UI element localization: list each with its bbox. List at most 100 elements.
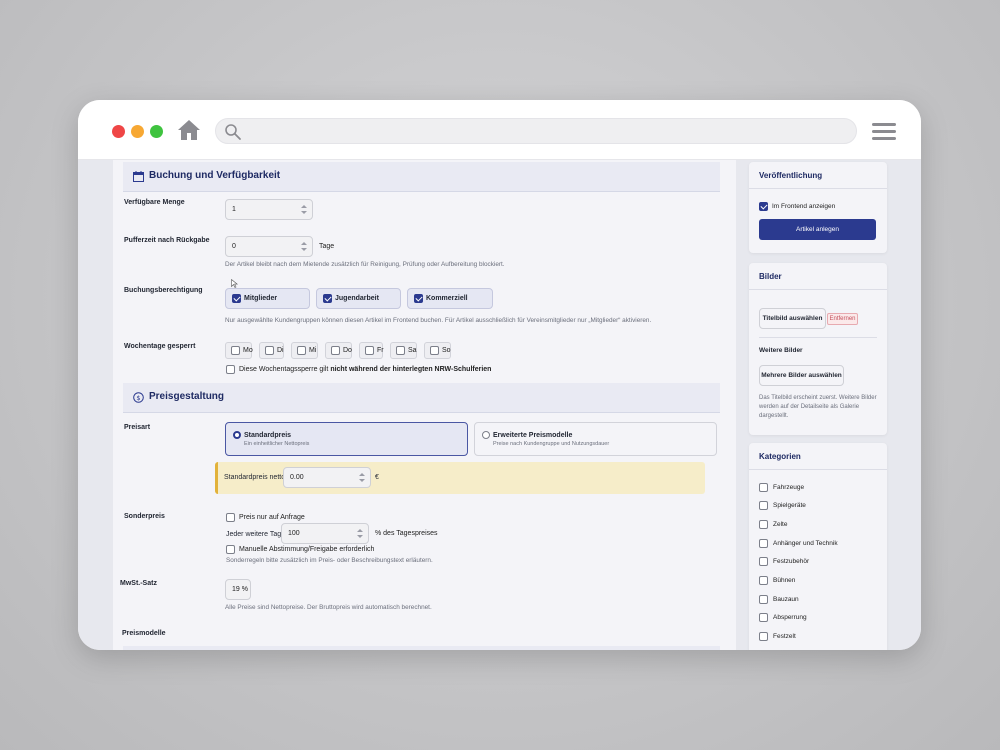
buffer-value: 0	[232, 243, 236, 250]
address-bar[interactable]	[215, 118, 857, 144]
category-item[interactable]: Zelte	[759, 520, 788, 529]
section-header-pricing: $ Preisgestaltung	[123, 383, 720, 413]
choose-title-image-button[interactable]: Titelbild auswählen	[759, 308, 826, 329]
checkbox[interactable]	[396, 346, 405, 355]
images-title: Bilder	[759, 272, 782, 281]
checkbox[interactable]	[231, 346, 240, 355]
checkbox-checked[interactable]	[323, 294, 332, 303]
checkbox[interactable]	[226, 545, 235, 554]
option-subtitle: Preise nach Kundengruppe und Nutzungsdau…	[493, 441, 610, 447]
manual-approval-option[interactable]: Manuelle Abstimmung/Freigabe erforderlic…	[226, 545, 374, 554]
checkbox[interactable]	[759, 576, 768, 585]
holiday-exception-option[interactable]: Diese Wochentagssperre gilt nicht währen…	[226, 365, 491, 374]
remove-image-button[interactable]: Entfernen	[827, 313, 858, 325]
checkbox[interactable]	[759, 595, 768, 604]
home-icon[interactable]	[177, 119, 201, 141]
weekday-do[interactable]: Do	[325, 342, 352, 359]
buffer-input[interactable]: 0	[225, 236, 313, 257]
group-checkbox-kommerziell[interactable]: Kommerziell	[407, 288, 493, 309]
category-item[interactable]: Bauzaun	[759, 595, 799, 604]
svg-text:$: $	[136, 394, 140, 402]
weekday-mi[interactable]: Mi	[291, 342, 318, 359]
category-item[interactable]: Bühnen	[759, 576, 795, 585]
checkbox[interactable]	[759, 539, 768, 548]
checkbox[interactable]	[759, 613, 768, 622]
quantity-input[interactable]: 1	[225, 199, 313, 220]
create-article-button[interactable]: Artikel anlegen	[759, 219, 876, 240]
publish-title: Veröffentlichung	[759, 171, 823, 180]
quantity-spinner[interactable]	[301, 205, 307, 214]
hamburger-menu-icon[interactable]	[872, 123, 896, 141]
vat-input[interactable]: 19 %	[225, 579, 251, 600]
category-label: Festzubehör	[773, 558, 810, 565]
checkbox[interactable]	[759, 483, 768, 492]
category-item[interactable]: Anhänger und Technik	[759, 539, 838, 548]
images-hint: Das Titelbild erscheint zuerst. Weitere …	[759, 395, 877, 419]
buffer-unit: Tage	[319, 243, 335, 250]
radio-selected[interactable]	[233, 431, 241, 439]
category-item[interactable]: Festzelt	[759, 632, 796, 641]
section-title-pricing: Preisgestaltung	[149, 391, 225, 402]
group-checkbox-mitglieder[interactable]: Mitglieder	[225, 288, 310, 309]
extra-day-spinner[interactable]	[357, 529, 363, 538]
category-label: Anhänger und Technik	[773, 540, 838, 547]
categories-title: Kategorien	[759, 452, 801, 461]
buffer-spinner[interactable]	[301, 242, 307, 251]
group-label: Jugendarbeit	[335, 295, 379, 302]
radio[interactable]	[482, 431, 490, 439]
permission-hint: Nur ausgewählte Kundengruppen können die…	[225, 317, 652, 324]
price-on-request-option[interactable]: Preis nur auf Anfrage	[226, 513, 305, 522]
categories-card: Kategorien Fahrzeuge Spielgeräte Zelte A…	[749, 443, 887, 650]
divider	[749, 188, 887, 189]
checkbox[interactable]	[331, 346, 340, 355]
quantity-label: Verfügbare Menge	[124, 199, 185, 206]
calendar-icon	[133, 171, 144, 182]
category-item[interactable]: Fahrzeuge	[759, 483, 804, 492]
choose-multiple-images-button[interactable]: Mehrere Bilder auswählen	[759, 365, 844, 386]
weekday-label: Di	[277, 347, 284, 354]
group-checkbox-jugendarbeit[interactable]: Jugendarbeit	[316, 288, 401, 309]
checkbox[interactable]	[759, 501, 768, 510]
checkbox[interactable]	[759, 557, 768, 566]
checkbox[interactable]	[297, 346, 306, 355]
price-option-standard[interactable]: Standardpreis Ein einheitlicher Nettopre…	[225, 422, 468, 456]
checkbox[interactable]	[226, 513, 235, 522]
checkbox[interactable]	[365, 346, 374, 355]
checkbox[interactable]	[430, 346, 439, 355]
browser-toolbar	[78, 100, 921, 160]
sidebar: Veröffentlichung Im Frontend anzeigen Ar…	[749, 160, 887, 650]
weekday-label: Do	[343, 347, 352, 354]
weekday-so[interactable]: So	[424, 342, 451, 359]
close-window-button[interactable]	[112, 125, 125, 138]
checkbox-checked[interactable]	[232, 294, 241, 303]
checkbox[interactable]	[265, 346, 274, 355]
category-item[interactable]: Spielgeräte	[759, 501, 806, 510]
weekday-fr[interactable]: Fr	[359, 342, 384, 359]
special-price-hint: Sonderregeln bitte zusätzlich im Preis- …	[226, 557, 433, 564]
checkbox-checked[interactable]	[414, 294, 423, 303]
weekday-di[interactable]: Di	[259, 342, 284, 359]
standard-price-input[interactable]: 0.00	[283, 467, 371, 488]
vat-hint: Alle Preise sind Nettopreise. Der Brutto…	[225, 604, 432, 611]
standard-price-spinner[interactable]	[359, 473, 365, 482]
checkbox-checked[interactable]	[759, 202, 768, 211]
checkbox[interactable]	[226, 365, 235, 374]
divider	[749, 469, 887, 470]
checkbox[interactable]	[759, 632, 768, 641]
category-label: Zelte	[773, 521, 788, 528]
main-form: Buchung und Verfügbarkeit Verfügbare Men…	[113, 160, 736, 650]
checkbox[interactable]	[759, 520, 768, 529]
extra-day-input[interactable]: 100	[281, 523, 369, 544]
minimize-window-button[interactable]	[131, 125, 144, 138]
standard-price-value: 0.00	[290, 474, 304, 481]
weekday-mo[interactable]: Mo	[225, 342, 253, 359]
option-label: Preis nur auf Anfrage	[239, 514, 305, 521]
weekday-sa[interactable]: Sa	[390, 342, 417, 359]
price-option-extended[interactable]: Erweiterte Preismodelle Preise nach Kund…	[474, 422, 717, 456]
weekday-label: Mo	[243, 347, 253, 354]
weekday-label: Fr	[377, 347, 384, 354]
show-frontend-option[interactable]: Im Frontend anzeigen	[759, 202, 835, 211]
category-item[interactable]: Festzubehör	[759, 557, 810, 566]
maximize-window-button[interactable]	[150, 125, 163, 138]
category-item[interactable]: Absperrung	[759, 613, 807, 622]
